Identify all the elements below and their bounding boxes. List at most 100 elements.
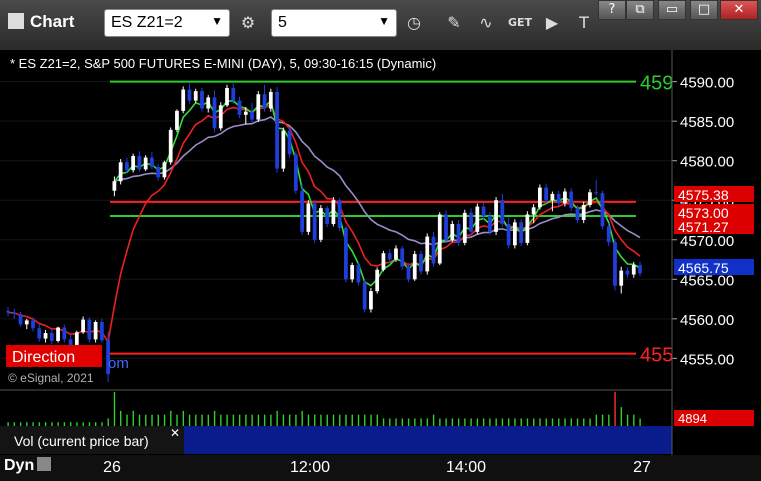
candle-body — [256, 94, 261, 120]
candle-body — [550, 193, 555, 201]
settings-gear-icon[interactable]: ⚙ — [236, 11, 260, 35]
chart-title: * ES Z21=2, S&P 500 FUTURES E-MINI (DAY)… — [10, 56, 436, 71]
chart-toolbar: Chart ES Z21=2 ▼ ⚙ 5 ▼ ◷ ✎ ∿ GET ▶ T ? ⧉ ▭… — [0, 0, 761, 50]
candle-body — [68, 339, 73, 345]
candle-body — [24, 320, 29, 325]
candle-body — [250, 111, 254, 120]
volume-bar — [120, 410, 122, 426]
level-label: 459 — [640, 73, 673, 95]
clock-icon[interactable]: ◷ — [402, 11, 426, 35]
candle-body — [200, 91, 204, 109]
indicator-wave-icon[interactable]: ∿ — [474, 11, 498, 35]
text-tool-icon[interactable]: T — [572, 11, 596, 35]
volume-bar — [26, 422, 28, 426]
candle-body — [118, 162, 123, 182]
candle-body — [312, 203, 317, 240]
volume-bar — [407, 418, 410, 426]
play-icon[interactable]: ▶ — [540, 11, 564, 35]
volume-bar — [401, 418, 404, 426]
candle-body — [481, 206, 486, 217]
candle-body — [125, 162, 129, 171]
candle-body — [49, 333, 54, 341]
pencil-draw-icon[interactable]: ✎ — [442, 11, 466, 35]
price-tag-label: 4565.75 — [678, 260, 729, 276]
symbol-input[interactable]: ES Z21=2 ▼ — [104, 9, 230, 37]
help-window-button[interactable]: ? — [598, 0, 626, 20]
candle-body — [6, 310, 10, 313]
close-study-icon[interactable]: ✕ — [170, 426, 180, 440]
volume-bar — [238, 414, 241, 426]
volume-bar — [514, 418, 516, 426]
candle-body — [588, 192, 592, 205]
direction-label: Direction — [12, 349, 75, 366]
candle-body — [12, 312, 17, 315]
volume-bar — [482, 418, 485, 426]
volume-bar — [251, 414, 253, 426]
volume-bar — [476, 418, 479, 426]
interval-input[interactable]: 5 ▼ — [271, 9, 397, 37]
candle-body — [206, 97, 211, 109]
volume-bar — [282, 414, 285, 426]
volume-bar — [182, 410, 185, 426]
candle-body — [225, 87, 229, 106]
volume-bar — [439, 418, 441, 426]
minimize-window-button[interactable]: ▭ — [658, 0, 686, 20]
close-window-button[interactable]: ✕ — [720, 0, 758, 20]
volume-bar — [382, 418, 385, 426]
chart-area[interactable]: 459455 4590.004585.004580.004575.004570.… — [0, 50, 761, 455]
price-tick-label: 4590.00 — [680, 75, 734, 92]
volume-bar — [345, 414, 347, 426]
candle-body — [450, 223, 455, 240]
candle-body — [456, 223, 461, 243]
volume-bar — [326, 414, 328, 426]
candle-body — [575, 208, 580, 220]
candle-body — [594, 192, 599, 194]
volume-bar — [226, 414, 228, 426]
dynamic-mode-label[interactable]: Dyn — [4, 457, 52, 475]
volume-bar — [583, 418, 585, 426]
candle-body — [519, 222, 523, 243]
candle-body — [487, 216, 492, 232]
volume-bar — [207, 414, 210, 426]
candle-body — [606, 226, 611, 243]
app-title-text: Chart — [30, 12, 75, 31]
volume-bar — [157, 414, 159, 426]
volume-bar — [495, 418, 497, 426]
volume-bar — [88, 422, 91, 426]
candle-body — [444, 214, 448, 240]
candle-body — [325, 208, 330, 224]
candle-body — [625, 270, 630, 275]
volume-bar — [38, 422, 41, 426]
volume-bar — [170, 410, 172, 426]
candle-body — [193, 91, 198, 101]
volume-bar — [370, 414, 372, 426]
volume-bar — [301, 410, 303, 426]
volume-bar — [464, 418, 466, 426]
candle-body — [344, 227, 348, 280]
volume-bar — [126, 414, 128, 426]
get-data-icon[interactable]: GET — [508, 11, 532, 35]
candle-body — [275, 91, 279, 169]
volume-bar — [82, 422, 84, 426]
volume-indicator-bar — [184, 426, 672, 454]
candle-body — [631, 265, 636, 275]
app-title: Chart — [8, 12, 74, 32]
candle-body — [412, 254, 417, 280]
volume-bar — [533, 418, 535, 426]
candle-body — [356, 265, 361, 283]
detach-window-button[interactable]: ⧉ — [626, 0, 654, 20]
volume-bar — [351, 414, 353, 426]
volume-bar — [320, 414, 322, 426]
candle-body — [143, 157, 148, 170]
candle-body — [262, 94, 267, 109]
volume-bar — [395, 418, 397, 426]
time-tick-label: 27 — [633, 459, 651, 476]
candle-body — [581, 204, 586, 220]
candle-body — [18, 314, 23, 325]
maximize-window-button[interactable]: □ — [690, 0, 718, 20]
volume-bar — [145, 414, 147, 426]
dyn-label-text: Dyn — [4, 457, 35, 474]
candle-body — [231, 87, 236, 101]
partial-link[interactable]: om — [108, 355, 129, 372]
candle-body — [287, 130, 292, 155]
